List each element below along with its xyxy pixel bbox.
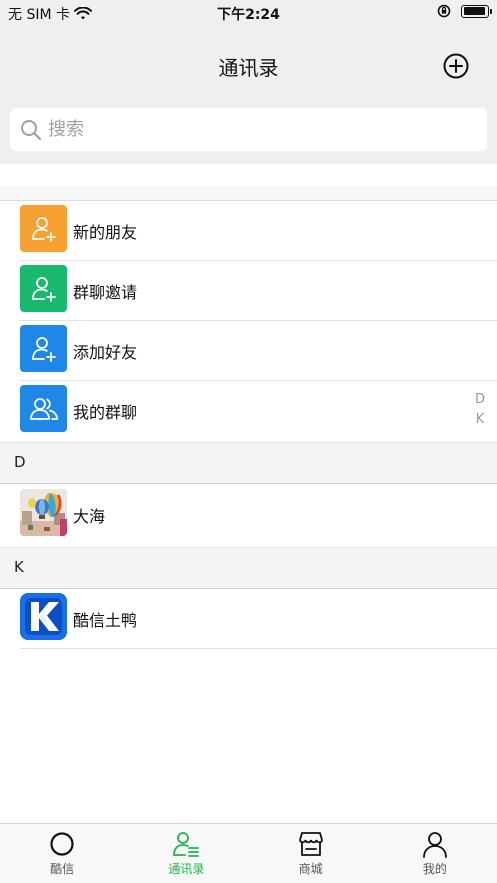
contact-name: 酷信土鸭 — [73, 611, 138, 630]
battery-level — [463, 7, 485, 15]
tab-bar: 酷信 通讯录 商城 我的 — [0, 823, 497, 883]
status-bar: 无 SIM 卡 下午2:24 — [0, 0, 497, 26]
row-divider — [20, 648, 497, 649]
status-right — [437, 4, 492, 18]
function-row-group-invite[interactable]: 群聊邀请 — [0, 261, 497, 321]
contact-row-dahai[interactable]: 大海 — [0, 485, 497, 545]
group-icon — [20, 385, 67, 432]
tab-label: 商城 — [298, 862, 323, 876]
add-person-icon — [20, 265, 67, 312]
function-label: 添加好友 — [73, 343, 138, 362]
search-input[interactable] — [48, 119, 468, 140]
balloon-photo-avatar — [20, 489, 67, 536]
tab-label: 通讯录 — [168, 862, 205, 876]
tab-label: 酷信 — [50, 862, 75, 876]
add-person-icon — [20, 205, 67, 252]
page-title: 通讯录 — [218, 56, 279, 80]
tab-store[interactable]: 商城 — [249, 824, 373, 883]
index-letter-k[interactable]: K — [473, 410, 487, 430]
tab-label: 我的 — [422, 862, 447, 876]
alphabet-index[interactable]: D K — [473, 390, 487, 430]
function-row-new-friends[interactable]: 新的朋友 — [0, 201, 497, 261]
function-label: 群聊邀请 — [73, 283, 138, 302]
status-time: 下午2:24 — [217, 7, 280, 23]
add-person-icon — [20, 325, 67, 372]
store-icon — [298, 832, 323, 856]
function-label: 新的朋友 — [73, 223, 138, 242]
tab-kuxin[interactable]: 酷信 — [0, 824, 124, 883]
tab-me[interactable]: 我的 — [373, 824, 497, 883]
function-row-my-groups[interactable]: 我的群聊 — [0, 381, 497, 441]
contact-name: 大海 — [73, 507, 106, 526]
contacts-icon — [173, 832, 200, 857]
person-icon — [422, 832, 447, 858]
tab-contacts[interactable]: 通讯录 — [124, 824, 248, 883]
section-header-k: K — [0, 547, 497, 589]
circle-icon — [50, 832, 74, 856]
plus-circle-icon[interactable] — [443, 53, 469, 79]
section-letter: K — [14, 558, 24, 576]
section-letter: D — [14, 453, 26, 471]
search-bar[interactable] — [10, 108, 487, 151]
list-spacer — [0, 186, 497, 201]
function-label: 我的群聊 — [73, 403, 138, 422]
index-letter-d[interactable]: D — [473, 390, 487, 410]
search-icon — [21, 119, 42, 140]
contact-row-kuxin-tuya[interactable]: 酷信土鸭 — [0, 589, 497, 649]
k-logo-avatar — [20, 593, 67, 640]
battery-icon — [461, 4, 492, 18]
function-row-add-friend[interactable]: 添加好友 — [0, 321, 497, 381]
orientation-lock-icon — [437, 4, 451, 18]
section-header-d: D — [0, 442, 497, 484]
